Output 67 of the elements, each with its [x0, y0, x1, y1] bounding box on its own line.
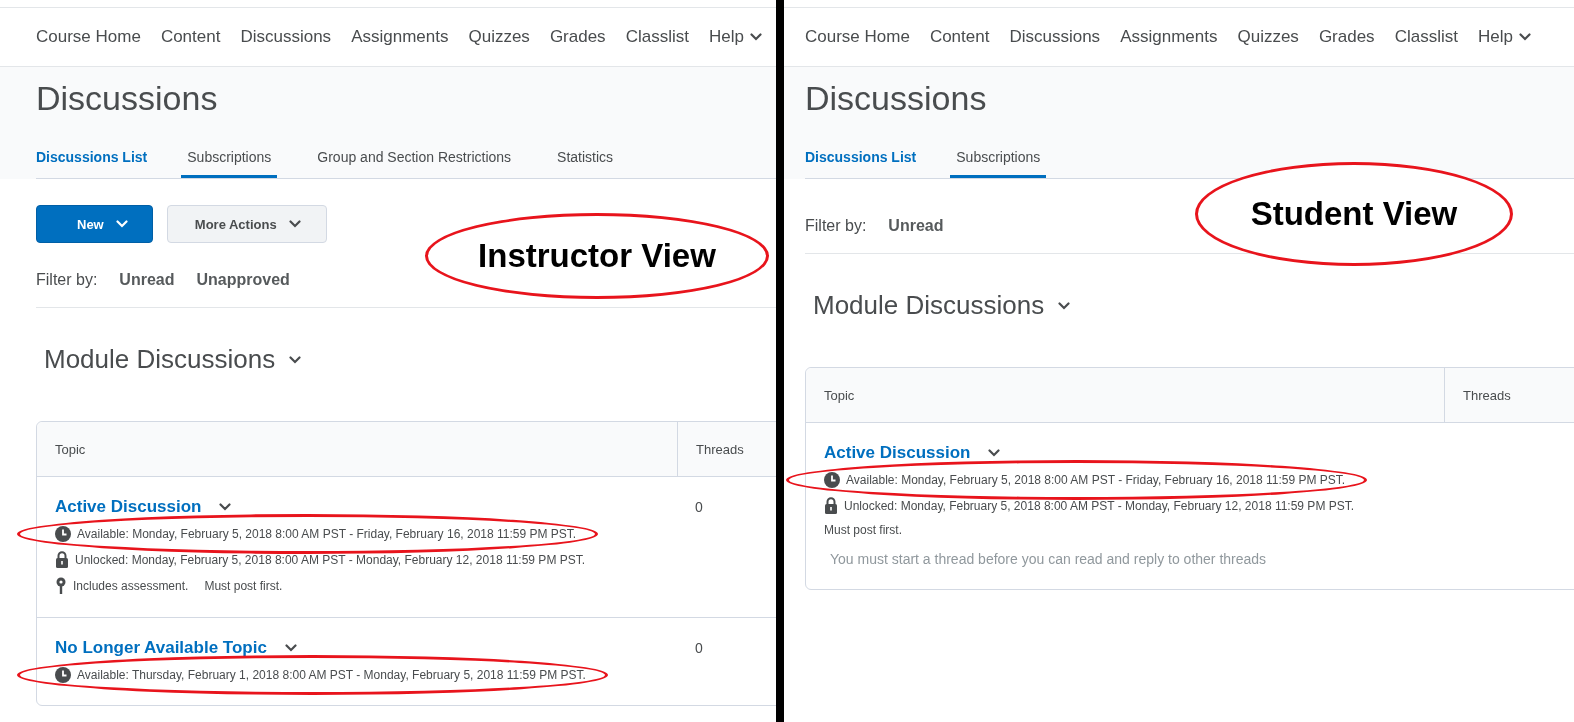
annotation-label: Student View [1195, 162, 1513, 266]
tab[interactable]: Discussions List [805, 145, 917, 178]
topic-info-text: Unlocked: Monday, February 5, 2018 8:00 AM PST - Monday, February 12, 2018 11:59 PM PST. [844, 498, 1355, 513]
topic-link[interactable]: Active Discussion [824, 443, 971, 463]
nav-link[interactable]: Help [708, 27, 762, 47]
topic-info-text: Available: Monday, February 5, 2018 8:00 AM PST - Friday, February 16, 2018 11:59 PM PST. [77, 527, 577, 541]
hint-text: You must start a thread before you can read and reply to other threads [830, 551, 1267, 567]
topic-info-text: Available: Monday, February 5, 2018 8:00 AM PST - Friday, February 16, 2018 11:59 PM PST. [846, 473, 1346, 487]
filter-label: Filter by: [36, 271, 98, 289]
nav-link[interactable]: Content [160, 27, 221, 47]
chevron-down-icon[interactable] [219, 503, 232, 511]
tab[interactable]: Group and Section Restrictions [311, 145, 518, 178]
nav-link[interactable]: Quizzes [1237, 27, 1299, 47]
nav-link[interactable]: Discussions [1009, 27, 1101, 47]
column-header: Topic [37, 422, 678, 476]
nav-link[interactable]: Course Home [805, 27, 910, 47]
page-title: Discussions [805, 78, 988, 119]
nav-link[interactable]: Classlist [1394, 27, 1458, 47]
chevron-down-icon[interactable] [1058, 301, 1071, 310]
tab[interactable]: Discussions List [36, 145, 148, 178]
chevron-down-icon[interactable] [289, 355, 302, 364]
chevron-down-icon[interactable] [988, 449, 1001, 457]
module-heading: Module Discussions [44, 344, 276, 375]
nav-link[interactable]: Assignments [351, 27, 449, 47]
thread-count: 0 [694, 498, 704, 517]
nav-link[interactable]: Quizzes [468, 27, 530, 47]
tab[interactable]: Subscriptions [181, 145, 278, 178]
topic-link[interactable]: No Longer Available Topic [55, 638, 267, 658]
topic-info-text: Available: Thursday, February 1, 2018 8:00 AM PST - Monday, February 5, 2018 11:59 PM PST. [77, 668, 586, 682]
lock-icon [824, 497, 838, 514]
lock-icon [55, 551, 69, 568]
filter-label: Filter by: [805, 217, 867, 235]
nav-link[interactable]: Help [1477, 27, 1531, 47]
chevron-down-icon[interactable] [284, 644, 297, 652]
topic-info-text: Includes assessment. [73, 579, 189, 593]
nav-link[interactable]: Grades [549, 27, 606, 47]
more-actions-button[interactable]: More Actions [166, 205, 327, 243]
clock-icon [824, 472, 840, 488]
chevron-down-icon[interactable] [1518, 33, 1531, 41]
nav-link[interactable]: Course Home [36, 27, 141, 47]
thread-count: 0 [694, 639, 704, 658]
filter-option[interactable]: Unread [888, 217, 944, 235]
column-header: Topic [806, 368, 1445, 422]
nav-link[interactable]: Discussions [240, 27, 332, 47]
clock-icon [55, 667, 71, 683]
nav-link[interactable]: Content [929, 27, 990, 47]
tab[interactable]: Statistics [551, 145, 620, 178]
annotation-label: Instructor View [425, 213, 769, 299]
topic-link[interactable]: Active Discussion [55, 497, 202, 517]
chevron-down-icon[interactable] [749, 33, 762, 41]
page-title: Discussions [36, 78, 219, 119]
filter-option[interactable]: Unapproved [196, 271, 290, 289]
nav-link[interactable]: Assignments [1120, 27, 1218, 47]
topic-info-text: Must post first. [824, 523, 903, 537]
topic-info-text: Unlocked: Monday, February 5, 2018 8:00 AM PST - Monday, February 12, 2018 11:59 PM PST. [75, 552, 586, 567]
nav-link[interactable]: Grades [1318, 27, 1375, 47]
column-header: Threads [1462, 386, 1511, 405]
pin-icon [55, 577, 67, 595]
chevron-down-icon[interactable] [288, 220, 301, 228]
filter-option[interactable]: Unread [119, 271, 175, 289]
nav-link[interactable]: Classlist [625, 27, 689, 47]
new-button[interactable]: New [36, 205, 153, 243]
column-header: Threads [695, 440, 744, 459]
topic-info-text: Must post first. [204, 579, 283, 593]
tab[interactable]: Subscriptions [950, 145, 1047, 178]
module-heading: Module Discussions [813, 290, 1045, 321]
clock-icon [55, 526, 71, 542]
